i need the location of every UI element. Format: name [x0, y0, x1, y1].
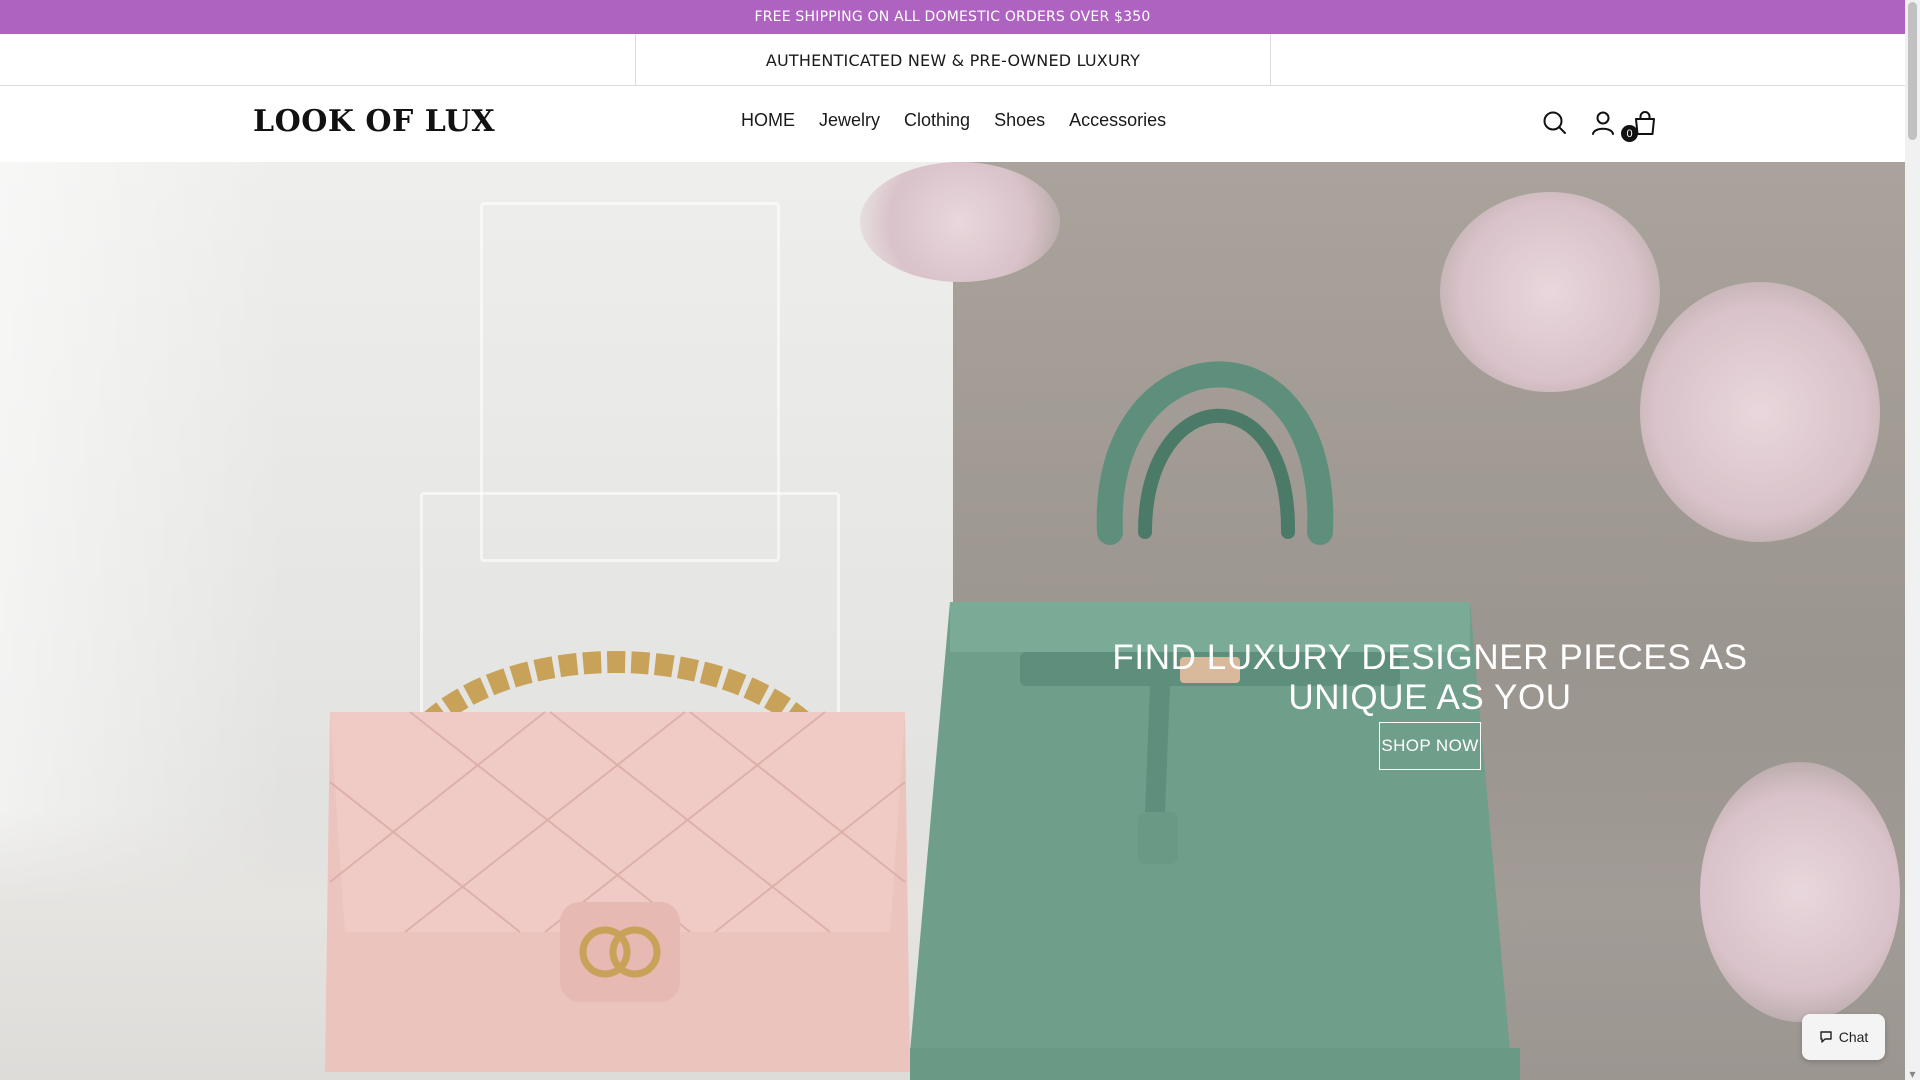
- page-scrollbar[interactable]: ▲ ▼: [1905, 0, 1920, 1080]
- announcement-text: FREE SHIPPING ON ALL DOMESTIC ORDERS OVE…: [754, 9, 1151, 25]
- chat-button[interactable]: Chat: [1802, 1014, 1885, 1060]
- blossom-decoration: [1640, 282, 1880, 542]
- hero-title: FIND LUXURY DESIGNER PIECES AS UNIQUE AS…: [1100, 638, 1760, 718]
- nav-shoes[interactable]: Shoes: [994, 110, 1045, 131]
- hero-title-line2: UNIQUE AS YOU: [1288, 678, 1572, 717]
- strip-cell-center: AUTHENTICATED NEW & PRE-OWNED LUXURY: [636, 34, 1271, 86]
- account-icon[interactable]: [1588, 108, 1618, 138]
- blossom-decoration: [860, 162, 1060, 282]
- hero-banner: FIND LUXURY DESIGNER PIECES AS UNIQUE AS…: [0, 162, 1905, 1080]
- main-nav: HOME Jewelry Clothing Shoes Accessories: [741, 110, 1190, 131]
- scroll-down-icon[interactable]: ▼: [1908, 1070, 1917, 1079]
- hero-title-line1: FIND LUXURY DESIGNER PIECES AS: [1112, 638, 1748, 677]
- announcement-bar: FREE SHIPPING ON ALL DOMESTIC ORDERS OVE…: [0, 0, 1905, 34]
- hero-copy: FIND LUXURY DESIGNER PIECES AS UNIQUE AS…: [1100, 638, 1760, 770]
- chat-label: Chat: [1838, 1029, 1869, 1045]
- blossom-decoration: [1700, 762, 1900, 1022]
- strip-cell-left: [0, 34, 636, 86]
- nav-accessories[interactable]: Accessories: [1069, 110, 1166, 131]
- nav-jewelry[interactable]: Jewelry: [819, 110, 880, 131]
- authenticity-text: AUTHENTICATED NEW & PRE-OWNED LUXURY: [765, 50, 1141, 70]
- cart-count-badge: 0: [1621, 125, 1638, 142]
- nav-home[interactable]: HOME: [741, 110, 795, 131]
- pink-handbag-image: [320, 602, 915, 1080]
- scroll-thumb[interactable]: [1908, 2, 1917, 140]
- shop-now-button[interactable]: SHOP NOW: [1379, 722, 1481, 770]
- nav-clothing[interactable]: Clothing: [904, 110, 970, 131]
- site-logo[interactable]: LOOK OF LUX: [253, 104, 495, 139]
- secondary-strip: AUTHENTICATED NEW & PRE-OWNED LUXURY: [0, 34, 1905, 86]
- chat-bubble-icon: [1820, 1031, 1832, 1043]
- search-icon[interactable]: [1540, 108, 1570, 138]
- site-header: LOOK OF LUX HOME Jewelry Clothing Shoes …: [0, 86, 1905, 162]
